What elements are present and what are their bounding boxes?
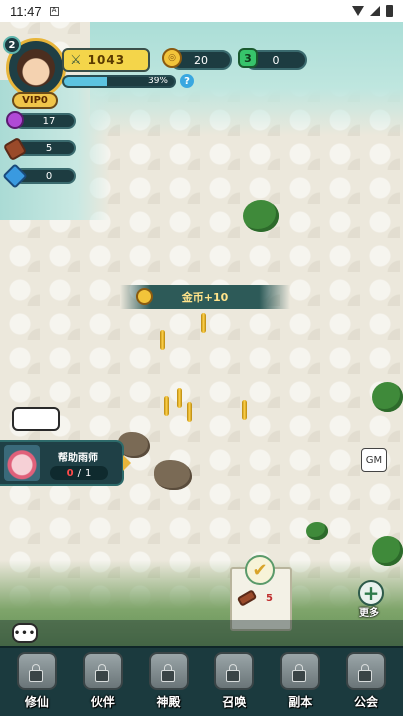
spirit-gem-icon: [6, 111, 24, 129]
lock-icon: [226, 664, 241, 682]
map-rock[interactable]: [154, 460, 192, 490]
nav-label: 召唤: [222, 695, 247, 709]
nav-item-guild[interactable]: 公会: [338, 648, 394, 710]
rain-master-portrait-icon: [4, 445, 40, 481]
gm-button[interactable]: GM: [361, 448, 387, 472]
help-question-icon[interactable]: ?: [180, 74, 194, 88]
nav-item-dungeon[interactable]: 副本: [272, 648, 328, 710]
jade-currency-icon: 3: [238, 48, 258, 68]
map-tree[interactable]: [306, 522, 328, 540]
reward-toast: 金币+10: [120, 285, 290, 309]
speech-bubble[interactable]: [12, 407, 60, 431]
chevron-right-icon[interactable]: [123, 455, 131, 471]
lock-icon: [160, 664, 175, 682]
lock-icon: [28, 664, 43, 682]
quest-progress-separator: /: [77, 467, 81, 479]
crystal-value: 0: [45, 170, 53, 182]
bottom-navigation: 修仙 伙伴 神殿 召唤 副本 公会: [0, 646, 403, 716]
task-wood-count: 5: [266, 593, 273, 604]
experience-bar-fill: [64, 77, 107, 86]
notification-a-icon: A: [49, 6, 59, 16]
gold-coin-icon: ◎: [162, 48, 182, 68]
nav-label: 神殿: [156, 695, 181, 709]
nav-item-temple[interactable]: 神殿: [141, 648, 197, 710]
vip-badge[interactable]: VIP0: [12, 92, 58, 109]
nav-item-cultivation[interactable]: 修仙: [9, 648, 65, 710]
map-tree[interactable]: [372, 382, 403, 412]
quest-progress-current: 0: [66, 467, 74, 479]
quest-progress: 0 / 1: [50, 466, 108, 480]
coin-drop[interactable]: [201, 313, 206, 333]
reward-text: 金币+10: [181, 291, 229, 304]
nav-label: 修仙: [24, 695, 49, 709]
experience-percent: 39%: [147, 76, 168, 86]
coin-drop[interactable]: [242, 400, 247, 420]
quest-progress-total: 1: [84, 467, 92, 479]
nav-label: 伙伴: [90, 695, 115, 709]
gem-value: 17: [42, 115, 56, 127]
coin-drop[interactable]: [187, 402, 192, 422]
coin-drop[interactable]: [164, 396, 169, 416]
nav-label: 公会: [354, 695, 379, 709]
more-label: 更多: [359, 608, 379, 619]
gold-value: 20: [194, 53, 208, 67]
nav-item-partner[interactable]: 伙伴: [75, 648, 131, 710]
coin-drop[interactable]: [177, 388, 182, 408]
battery-icon: [386, 5, 393, 17]
plus-icon: +: [358, 580, 384, 606]
combat-power: ⚔ 1043: [62, 48, 150, 72]
coin-drop[interactable]: [160, 330, 165, 350]
combat-power-value: 1043: [87, 53, 126, 67]
avatar-portrait-icon: [17, 49, 55, 87]
wood-value: 5: [45, 142, 53, 154]
wifi-icon: [352, 6, 364, 16]
quest-tracker[interactable]: 帮助雨师 0 / 1: [0, 440, 131, 486]
clock: 11:47: [10, 3, 42, 19]
lock-icon: [358, 664, 373, 682]
player-level-badge: 2: [3, 36, 21, 54]
chat-strip[interactable]: [0, 620, 403, 646]
signal-icon: [370, 6, 380, 16]
crossed-swords-icon: ⚔: [70, 52, 82, 68]
more-button[interactable]: + 更多: [355, 580, 387, 619]
experience-bar: 39%: [62, 75, 176, 88]
status-bar: 11:47 A: [0, 0, 403, 22]
nav-label: 副本: [288, 695, 313, 709]
nav-item-summon[interactable]: 召唤: [206, 648, 262, 710]
jade-value: 0: [272, 53, 280, 67]
lock-icon: [94, 664, 109, 682]
lock-icon: [292, 664, 307, 682]
chat-button[interactable]: •••: [12, 623, 38, 643]
gold-coin-icon: [136, 288, 153, 305]
map-tree[interactable]: [372, 536, 403, 566]
map-tree[interactable]: [243, 200, 279, 232]
checkmark-icon[interactable]: ✔: [245, 555, 275, 585]
quest-title: 帮助雨师: [58, 453, 98, 464]
